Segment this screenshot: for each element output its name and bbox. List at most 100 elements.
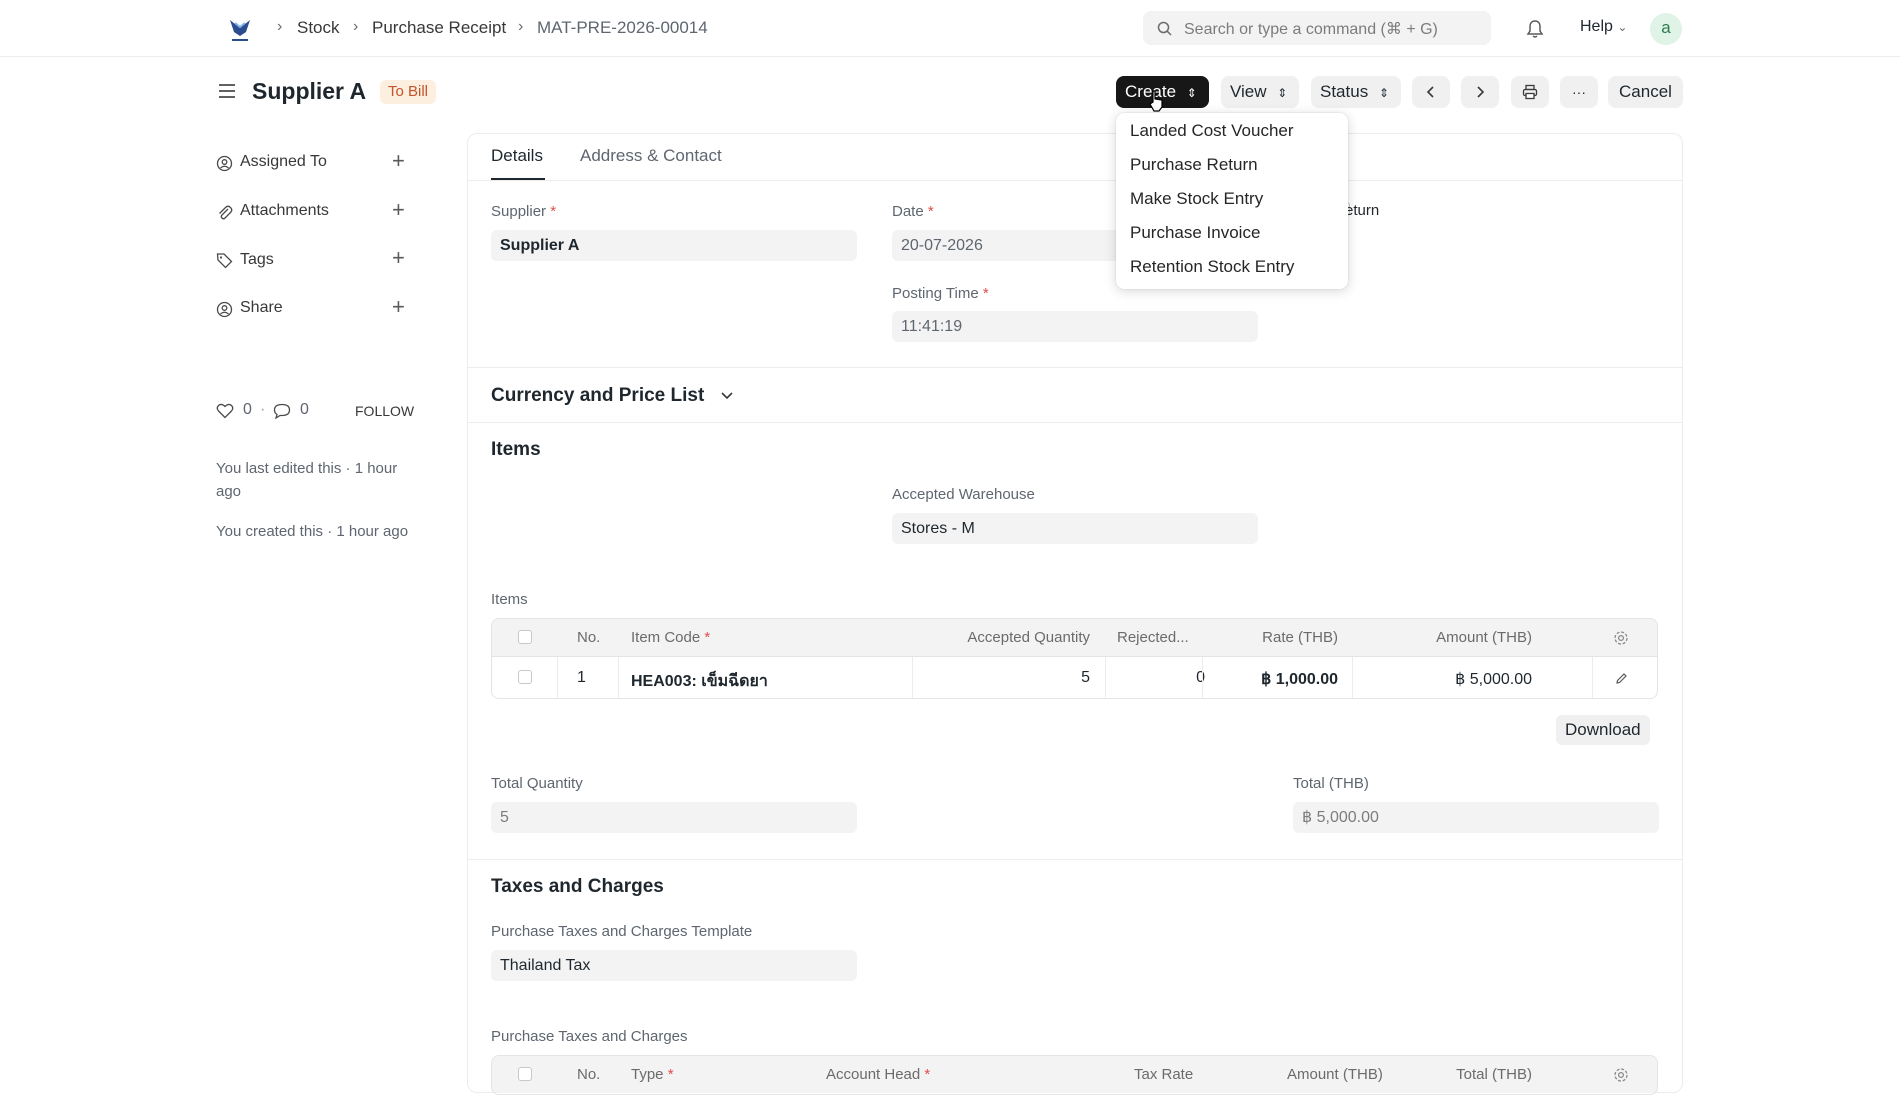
add-assignee-button[interactable]: + [392, 148, 405, 174]
help-menu[interactable]: Help ⌄ [1580, 18, 1627, 36]
header-amount: Amount (THB) [1287, 1066, 1383, 1083]
top-navbar: › Stock › Purchase Receipt › MAT-PRE-202… [0, 0, 1900, 57]
separator-dot: · [260, 401, 266, 418]
menu-item-purchase-return[interactable]: Purchase Return [1130, 155, 1258, 175]
breadcrumb-separator-icon: › [353, 18, 359, 35]
chevron-down-icon: ⌄ [1617, 20, 1628, 34]
comment-count: 0 [300, 401, 309, 418]
currency-section-toggle[interactable]: Currency and Price List [491, 385, 734, 407]
select-arrows-icon: ⇕ [1277, 86, 1288, 100]
row-rate[interactable]: ฿ 1,000.00 [1212, 669, 1338, 689]
next-record-button[interactable] [1461, 76, 1499, 108]
header-rate: Rate (THB) [1262, 629, 1338, 646]
row-checkbox[interactable] [518, 670, 532, 684]
cell-divider [1105, 657, 1106, 698]
row-accepted-qty[interactable]: 5 [922, 669, 1090, 687]
cell-divider [1202, 657, 1203, 698]
row-rejected-qty[interactable]: 0 [1112, 669, 1205, 687]
add-share-button[interactable]: + [392, 294, 405, 320]
form-card [467, 133, 1683, 1093]
select-all-checkbox[interactable] [518, 630, 532, 644]
help-label: Help [1580, 18, 1613, 35]
menu-item-make-stock-entry[interactable]: Make Stock Entry [1130, 189, 1263, 209]
cell-divider [912, 657, 913, 698]
total-quantity-field: 5 [491, 802, 857, 833]
breadcrumb-purchase-receipt[interactable]: Purchase Receipt [372, 18, 506, 38]
print-button[interactable] [1511, 76, 1549, 108]
tab-divider [468, 180, 1682, 181]
menu-item-purchase-invoice[interactable]: Purchase Invoice [1130, 223, 1260, 243]
follow-button[interactable]: FOLLOW [355, 403, 414, 419]
sidebar-attachments: Attachments [240, 202, 329, 219]
comment-icon[interactable] [273, 403, 291, 419]
cancel-button[interactable]: Cancel [1608, 76, 1683, 108]
breadcrumb-stock[interactable]: Stock [297, 18, 340, 38]
breadcrumb-separator-icon: › [518, 18, 524, 35]
sidebar-share: Share [240, 299, 283, 316]
cell-divider [557, 657, 558, 698]
page-title: Supplier A [252, 78, 367, 104]
status-button[interactable]: Status ⇕ [1311, 76, 1401, 108]
supplier-field[interactable]: Supplier A [491, 230, 857, 261]
accepted-warehouse-label: Accepted Warehouse [892, 486, 1035, 503]
sidebar-toggle-icon[interactable] [218, 82, 236, 105]
more-actions-button[interactable]: ··· [1560, 76, 1598, 108]
items-table: No. Item Code * Accepted Quantity Reject… [491, 618, 1658, 699]
currency-section-title: Currency and Price List [491, 385, 705, 406]
tab-details[interactable]: Details [491, 146, 543, 166]
edit-pencil-icon[interactable] [1615, 672, 1628, 685]
breadcrumb-document-id: MAT-PRE-2026-00014 [537, 18, 708, 37]
header-no: No. [577, 1066, 601, 1083]
row-item-code[interactable]: HEA003: เข็มฉีดยา [631, 669, 768, 694]
total-field: ฿ 5,000.00 [1293, 802, 1659, 833]
view-label: View [1230, 82, 1267, 101]
create-dropdown-menu: Landed Cost Voucher Purchase Return Make… [1116, 113, 1348, 289]
tax-table-label: Purchase Taxes and Charges [491, 1028, 688, 1045]
posting-time-field[interactable]: 11:41:19 [892, 311, 1258, 342]
breadcrumb-separator-icon: › [277, 18, 283, 35]
cell-divider [1352, 657, 1353, 698]
tag-icon [216, 253, 233, 269]
tab-address-contact[interactable]: Address & Contact [580, 146, 722, 166]
is-return-label: eturn [1345, 202, 1380, 219]
header-rejected: Rejected... [1117, 629, 1189, 646]
total-quantity-label: Total Quantity [491, 775, 583, 792]
accepted-warehouse-field[interactable]: Stores - M [892, 513, 1258, 544]
gear-icon[interactable] [1613, 1067, 1629, 1083]
share-user-icon [216, 301, 233, 318]
row-no: 1 [577, 669, 586, 686]
like-count: 0 [243, 401, 252, 418]
assign-user-icon [216, 155, 233, 172]
select-all-checkbox[interactable] [518, 1067, 532, 1081]
menu-item-retention-stock-entry[interactable]: Retention Stock Entry [1130, 257, 1294, 277]
paperclip-icon [219, 205, 233, 220]
tax-template-field[interactable]: Thailand Tax [491, 950, 857, 981]
header-no: No. [577, 629, 601, 646]
mouse-cursor-icon [1149, 90, 1163, 112]
taxes-section-title: Taxes and Charges [491, 876, 664, 897]
previous-record-button[interactable] [1412, 76, 1450, 108]
add-attachment-button[interactable]: + [392, 197, 405, 223]
date-label: Date * [892, 203, 934, 220]
add-tag-button[interactable]: + [392, 245, 405, 271]
menu-item-landed-cost-voucher[interactable]: Landed Cost Voucher [1130, 121, 1294, 141]
search-bar[interactable]: Search or type a command (⌘ + G) [1143, 11, 1491, 45]
chevron-right-icon [1477, 86, 1485, 98]
search-input[interactable]: Search or type a command (⌘ + G) [1184, 19, 1438, 39]
gear-icon[interactable] [1613, 630, 1629, 646]
table-row[interactable]: 1 HEA003: เข็มฉีดยา 5 0 ฿ 1,000.00 ฿ 5,0… [492, 656, 1657, 698]
user-avatar[interactable]: a [1650, 13, 1682, 45]
app-logo[interactable] [224, 14, 256, 46]
heart-icon[interactable] [216, 403, 234, 419]
printer-icon [1522, 84, 1538, 100]
header-total: Total (THB) [1456, 1066, 1532, 1083]
cell-divider [1592, 657, 1593, 698]
download-button[interactable]: Download [1556, 715, 1650, 745]
notification-bell-icon[interactable] [1526, 19, 1544, 44]
row-amount: ฿ 5,000.00 [1455, 671, 1532, 688]
view-button[interactable]: View ⇕ [1221, 76, 1299, 108]
cell-divider [618, 657, 619, 698]
chevron-left-icon [1426, 86, 1434, 98]
status-badge: To Bill [380, 80, 437, 104]
total-label: Total (THB) [1293, 775, 1369, 792]
